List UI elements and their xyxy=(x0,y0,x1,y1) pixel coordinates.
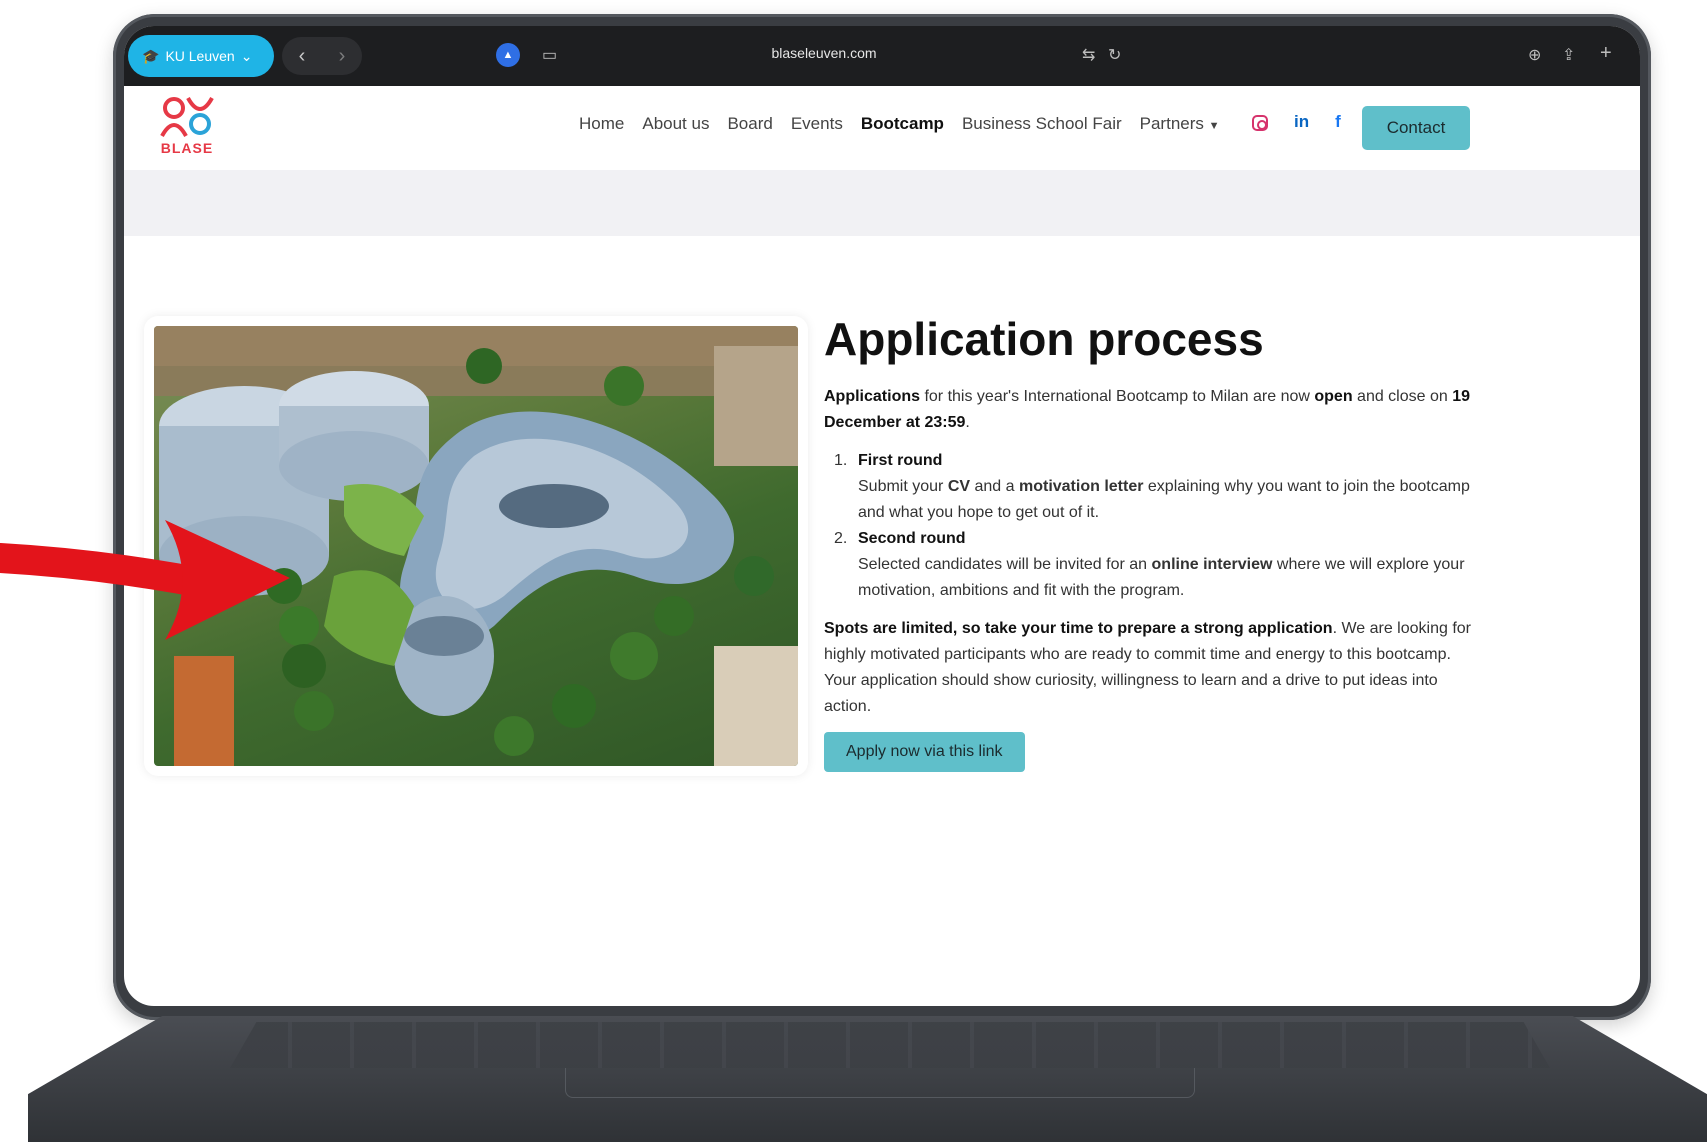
laptop-keyboard xyxy=(230,1022,1550,1068)
site-header: BLASE Home About us Board Events Bootcam… xyxy=(124,86,1640,170)
main-nav: Home About us Board Events Bootcamp Busi… xyxy=(579,114,1220,134)
step-title: Second round xyxy=(858,530,966,547)
graduation-cap-icon: 🎓 xyxy=(142,47,160,64)
history-nav: ‹ › xyxy=(282,37,362,75)
logo-mark-icon xyxy=(160,96,214,138)
share-icon[interactable]: ⇪ xyxy=(1562,45,1575,65)
sidebar-icon[interactable]: ▭ xyxy=(542,45,557,65)
step1-text-pre: Submit your xyxy=(858,478,948,495)
page-title: Application process xyxy=(824,313,1264,365)
intro-text-3: . xyxy=(965,414,970,431)
linkedin-icon[interactable]: in xyxy=(1294,112,1309,132)
address-bar[interactable]: blaseleuven.com xyxy=(724,45,924,61)
outro-bold: Spots are limited, so take your time to … xyxy=(824,620,1333,637)
step-description: Submit your CV and a motivation letter e… xyxy=(858,474,1474,526)
chevron-down-icon: ⌄ xyxy=(240,47,253,64)
social-links: in f xyxy=(1252,112,1341,132)
step-title: First round xyxy=(858,452,943,469)
back-icon[interactable]: ‹ xyxy=(299,45,306,68)
new-tab-icon[interactable]: + xyxy=(1600,42,1612,65)
step2-text-pre: Selected candidates will be invited for … xyxy=(858,556,1152,573)
intro-text-1: for this year's International Bootcamp t… xyxy=(920,388,1315,405)
nav-board[interactable]: Board xyxy=(727,114,772,134)
intro-bold-open: open xyxy=(1314,388,1353,405)
instagram-icon[interactable] xyxy=(1252,115,1268,131)
intro-text-2: and close on xyxy=(1352,388,1453,405)
caret-down-icon: ▼ xyxy=(1208,120,1220,132)
extension-icon[interactable]: ▲ xyxy=(496,43,520,67)
nav-bootcamp[interactable]: Bootcamp xyxy=(861,114,944,134)
nav-business-school-fair[interactable]: Business School Fair xyxy=(962,114,1122,134)
profile-button[interactable]: 🎓 KU Leuven ⌄ xyxy=(128,35,274,77)
intro-bold-applications: Applications xyxy=(824,388,921,405)
logo-text: BLASE xyxy=(160,140,214,156)
step-number: 2. xyxy=(834,530,848,547)
facebook-icon[interactable]: f xyxy=(1335,112,1341,132)
list-item: 1. First round Submit your CV and a moti… xyxy=(834,448,1474,526)
blase-logo[interactable]: BLASE xyxy=(152,94,222,160)
apply-button[interactable]: Apply now via this link xyxy=(824,732,1025,772)
steps-list: 1. First round Submit your CV and a moti… xyxy=(824,448,1474,604)
step1-bold-cv: CV xyxy=(947,478,971,495)
hero-band xyxy=(124,170,1640,236)
intro-paragraph: Applications for this year's Internation… xyxy=(824,384,1474,436)
red-arrow-icon xyxy=(0,520,290,640)
nav-home[interactable]: Home xyxy=(579,114,624,134)
outro-paragraph: Spots are limited, so take your time to … xyxy=(824,616,1474,720)
forward-icon[interactable]: › xyxy=(339,45,346,68)
screen: 🎓 KU Leuven ⌄ ‹ › ▲ ▭ blaseleuven.com ⇆ … xyxy=(124,26,1640,1006)
contact-button[interactable]: Contact xyxy=(1362,106,1470,150)
nav-partners-label: Partners xyxy=(1139,114,1204,133)
reload-icon[interactable]: ↻ xyxy=(1108,45,1121,65)
step-number: 1. xyxy=(834,452,848,469)
translate-icon[interactable]: ⇆ xyxy=(1082,45,1095,65)
nav-events[interactable]: Events xyxy=(791,114,843,134)
step1-text-mid: and a xyxy=(970,478,1019,495)
application-content: Application process Applications for thi… xyxy=(824,312,1474,772)
browser-toolbar: 🎓 KU Leuven ⌄ ‹ › ▲ ▭ blaseleuven.com ⇆ … xyxy=(124,26,1640,86)
download-icon[interactable]: ⊕ xyxy=(1528,45,1541,65)
nav-partners[interactable]: Partners ▼ xyxy=(1140,114,1220,134)
step2-bold-interview: online interview xyxy=(1151,556,1273,573)
step1-bold-letter: motivation letter xyxy=(1018,478,1144,495)
laptop-trackpad xyxy=(565,1068,1195,1098)
nav-about-us[interactable]: About us xyxy=(642,114,709,134)
profile-label: KU Leuven xyxy=(165,48,235,64)
list-item: 2. Second round Selected candidates will… xyxy=(834,526,1474,604)
step-description: Selected candidates will be invited for … xyxy=(858,552,1474,604)
